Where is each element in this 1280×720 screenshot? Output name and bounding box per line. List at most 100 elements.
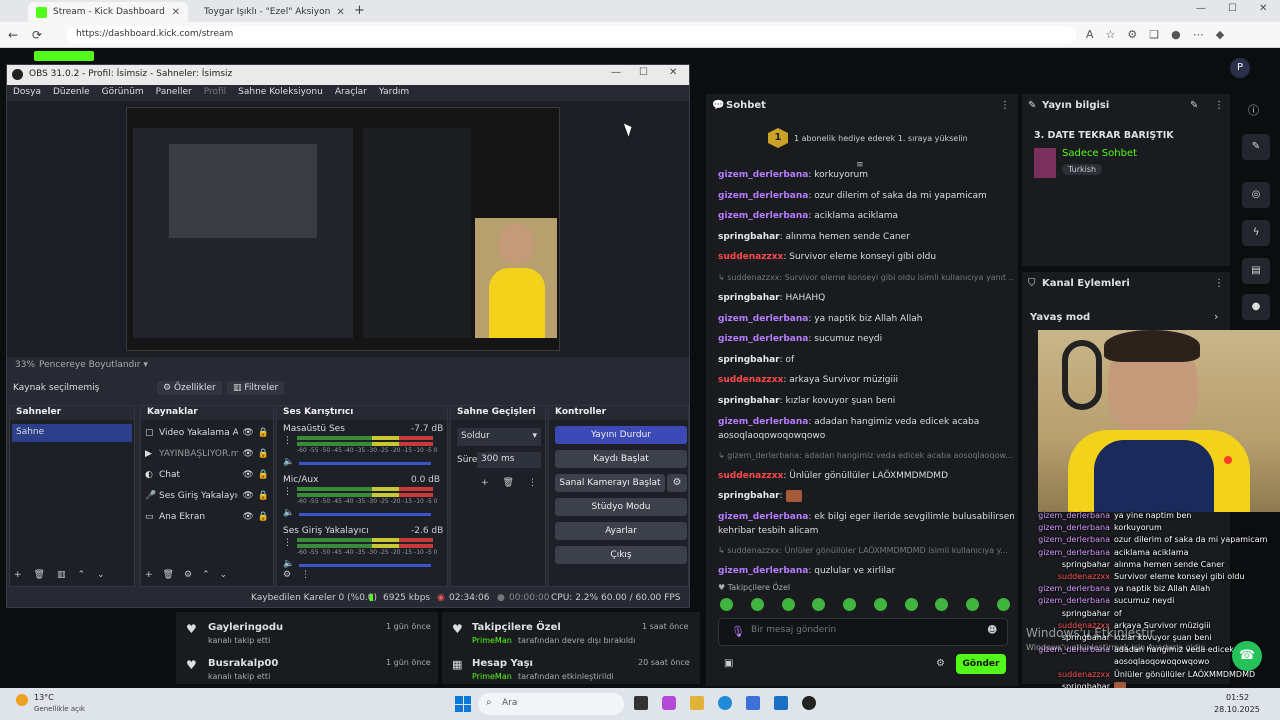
back-icon[interactable]: ←	[4, 26, 22, 44]
source-item[interactable]: ▢ Video Yakalama Ay 👁 🔒	[141, 422, 273, 443]
lock-icon[interactable]: 🔒	[258, 512, 269, 522]
emote-icon[interactable]	[781, 598, 795, 611]
lightning-icon[interactable]: ϟ	[1242, 220, 1270, 246]
reload-icon[interactable]: ⟳	[28, 26, 46, 44]
favorite-star-icon[interactable]: ☆	[1106, 28, 1116, 41]
search-box[interactable]: ⌕ Ara	[478, 693, 624, 715]
chat-username[interactable]: suddenazzxx	[718, 471, 783, 481]
up-icon[interactable]: ⌃	[202, 570, 210, 580]
filters-button[interactable]: ▥ Filtreler	[227, 381, 285, 395]
emote-icon[interactable]	[843, 598, 857, 611]
menu-item[interactable]: Sahne Koleksiyonu	[238, 87, 323, 99]
menu-item[interactable]: Görünüm	[102, 87, 144, 99]
emote-icon[interactable]	[904, 598, 918, 611]
visibility-eye-icon[interactable]: 👁	[242, 428, 253, 438]
chat-username[interactable]: gizem_derlerbana	[718, 334, 808, 344]
menu-item[interactable]: Düzenle	[53, 87, 90, 99]
speaker-icon[interactable]: 🔈	[283, 559, 294, 569]
chat-username[interactable]: gizem_derlerbana	[718, 314, 808, 324]
properties-button[interactable]: ⚙ Özellikler	[157, 381, 222, 395]
up-icon[interactable]: ⌃	[78, 570, 86, 580]
slow-mode-action[interactable]: Yavaş mod	[1030, 312, 1090, 323]
chat-username[interactable]: suddenazzxx	[718, 375, 783, 385]
advanced-audio-icon[interactable]: ⚙	[283, 570, 291, 580]
emote-icon[interactable]	[812, 598, 826, 611]
down-icon[interactable]: ⌄	[97, 570, 105, 580]
activity-user[interactable]: Busrakalp00	[208, 658, 278, 669]
read-aloud-icon[interactable]: A	[1086, 28, 1094, 41]
chat-settings-icon[interactable]: ⚙	[936, 658, 945, 669]
duration-input[interactable]: 300 ms	[477, 452, 541, 468]
trash-icon[interactable]: 🗑	[503, 478, 514, 488]
edge-icon[interactable]	[718, 696, 732, 710]
chat-username[interactable]: gizem_derlerbana	[718, 211, 808, 221]
lock-icon[interactable]: 🔒	[258, 470, 269, 480]
settings-button[interactable]: Ayarlar	[555, 522, 687, 540]
chat-username[interactable]: springbahar	[718, 396, 780, 406]
chat-username[interactable]: springbahar	[718, 293, 780, 303]
activity-user[interactable]: Gayleringodu	[208, 622, 283, 633]
menu-item[interactable]: Yardım	[379, 87, 409, 99]
source-item[interactable]: ▶ YAYINBAŞLIYOR.m 👁 🔒	[141, 443, 273, 464]
browser-tab-youtube[interactable]: Toygar Işıklı - "Ezel" Aksiyon ✕	[190, 2, 350, 22]
channel-menu-icon[interactable]: ⋮	[283, 487, 292, 497]
transition-select[interactable]: Soldur ▾	[457, 428, 541, 446]
close-icon[interactable]: ✕	[1259, 3, 1267, 14]
menu-item[interactable]: Profil	[204, 87, 226, 99]
down-icon[interactable]: ⌄	[220, 570, 228, 580]
visibility-eye-icon[interactable]: 👁	[242, 491, 253, 501]
start-recording-button[interactable]: Kaydı Başlat	[555, 450, 687, 468]
new-tab-icon[interactable]: +	[354, 3, 365, 18]
speaker-icon[interactable]: 🔈	[283, 508, 294, 518]
more-icon[interactable]: ⋯	[1193, 28, 1204, 41]
chat-menu-icon[interactable]: ⋮	[1000, 100, 1010, 111]
chat-username[interactable]: gizem_derlerbana	[718, 566, 808, 576]
copilot-app-icon[interactable]	[662, 696, 676, 710]
tab-close-icon[interactable]: ✕	[172, 7, 180, 18]
emote-icon[interactable]	[966, 598, 980, 611]
gear-icon[interactable]: ⚙	[184, 570, 192, 580]
lock-icon[interactable]: 🔒	[258, 428, 269, 438]
visibility-eye-icon[interactable]: 👁	[242, 470, 253, 480]
extensions-icon[interactable]: ⚙	[1127, 28, 1137, 41]
menu-item[interactable]: Dosya	[13, 87, 41, 99]
emote-icon[interactable]	[996, 598, 1010, 611]
obs-close-icon[interactable]: ✕	[669, 67, 677, 78]
emote-icon[interactable]	[720, 598, 733, 611]
volume-slider[interactable]	[299, 462, 431, 465]
menu-icon[interactable]: ⋮	[528, 478, 537, 488]
zoom-mode[interactable]: Pencereye Boyutlandır ▾	[39, 360, 148, 370]
microphone-icon[interactable]: 🎙	[731, 625, 745, 638]
browser-tab-kick[interactable]: Stream - Kick Dashboard ✕	[28, 2, 188, 22]
collections-icon[interactable]: ❏	[1149, 28, 1159, 41]
chat-message-input[interactable]	[751, 625, 971, 635]
support-chat-icon[interactable]: ☎	[1232, 641, 1262, 671]
task-view-icon[interactable]	[634, 696, 648, 710]
trash-icon[interactable]: 🗑	[34, 570, 45, 580]
info-circle-icon[interactable]: ⓘ	[1248, 102, 1259, 118]
filter-icon[interactable]: ▥	[57, 570, 66, 580]
virtual-camera-settings-icon[interactable]: ⚙	[667, 474, 687, 492]
store-icon[interactable]	[746, 696, 760, 710]
volume-slider[interactable]	[299, 564, 431, 567]
trash-icon[interactable]: 🗑	[163, 570, 174, 580]
send-button[interactable]: Gönder	[956, 654, 1006, 674]
menu-item[interactable]: Araçlar	[335, 87, 367, 99]
volume-slider[interactable]	[299, 513, 431, 516]
add-icon[interactable]: +	[14, 570, 22, 580]
profile-icon[interactable]: ●	[1171, 28, 1181, 41]
chat-bubble-icon[interactable]: ●	[1242, 294, 1270, 320]
lock-icon[interactable]: 🔒	[258, 449, 269, 459]
app-icon[interactable]	[774, 696, 788, 710]
pencil-icon[interactable]: ✎	[1242, 134, 1270, 160]
file-explorer-icon[interactable]	[690, 696, 704, 710]
chat-username[interactable]: springbahar	[718, 355, 780, 365]
exit-button[interactable]: Çıkış	[555, 546, 687, 564]
gift-icon[interactable]: ▣	[724, 658, 733, 669]
gift-banner[interactable]: 1 abonelik hediye ederek 1. sıraya yükse…	[794, 134, 968, 143]
url-input[interactable]: https://dashboard.kick.com/stream	[66, 26, 1076, 44]
chat-username[interactable]: suddenazzxx	[718, 252, 783, 262]
studio-mode-button[interactable]: Stüdyo Modu	[555, 498, 687, 516]
start-icon[interactable]	[455, 696, 471, 712]
add-icon[interactable]: +	[481, 478, 489, 488]
